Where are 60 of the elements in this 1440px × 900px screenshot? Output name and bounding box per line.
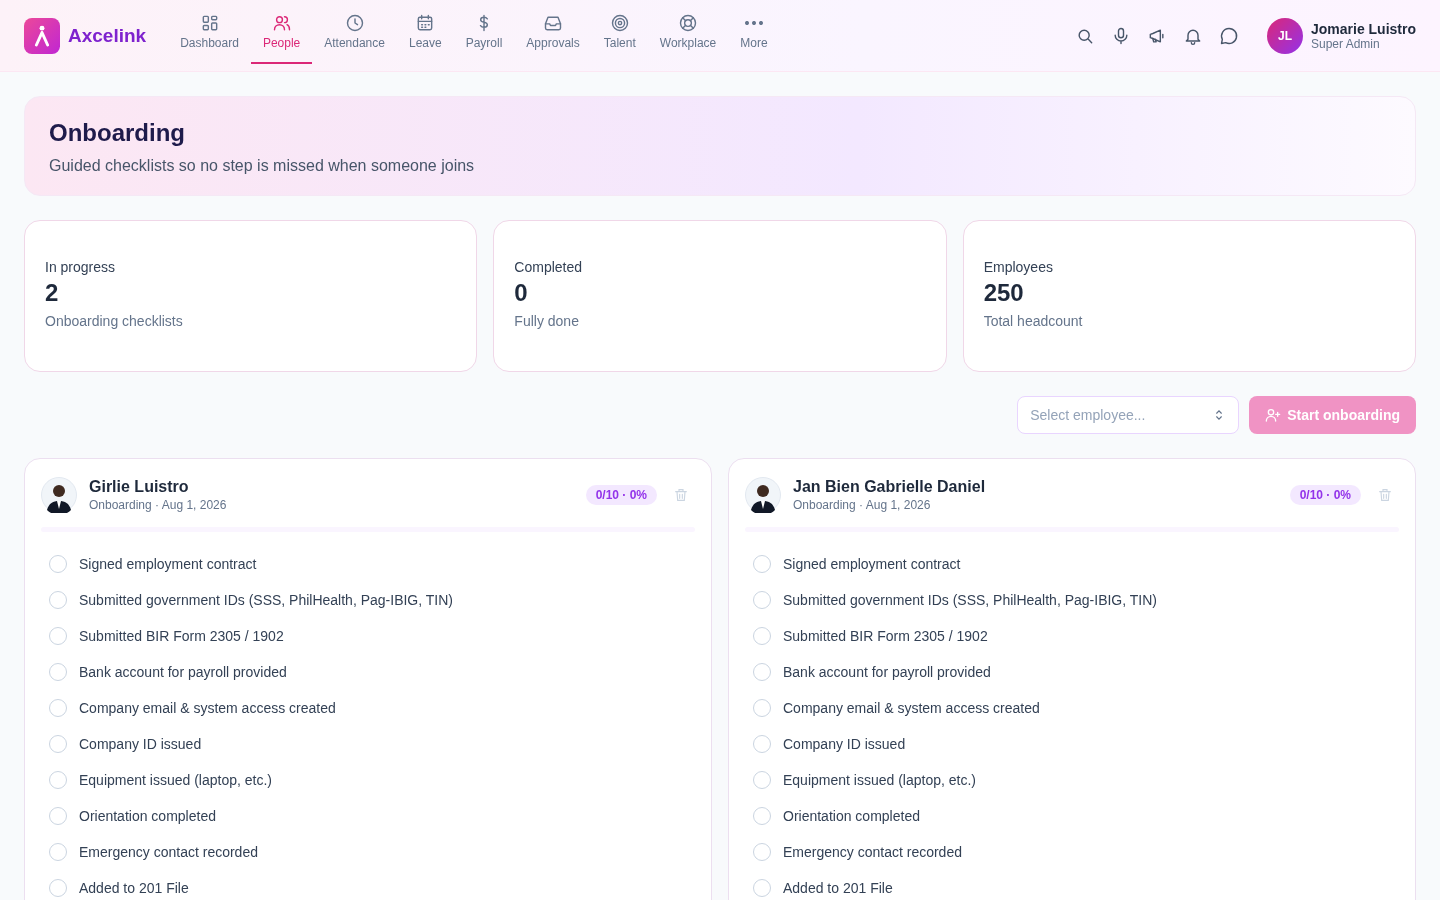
task-label: Submitted government IDs (SSS, PhilHealth, Pag-IBIG, TIN) xyxy=(79,592,453,608)
task-label: Signed employment contract xyxy=(783,556,961,572)
task-label: Bank account for payroll provided xyxy=(79,664,287,680)
clock-icon xyxy=(344,12,365,33)
nav-tab[interactable]: Attendance xyxy=(312,0,397,64)
task-label: Equipment issued (laptop, etc.) xyxy=(79,772,272,788)
task-label: Company email & system access created xyxy=(783,700,1040,716)
stat-caption: Total headcount xyxy=(983,313,1083,329)
logo-icon xyxy=(24,17,60,54)
progress-badge: 0/10 · 0% xyxy=(1289,485,1361,505)
page-subtitle: Guided checklists so no step is missed when someone joins xyxy=(49,157,476,175)
brand-name: Axcelink xyxy=(68,24,147,47)
user-role: Super Admin xyxy=(1310,36,1381,51)
employee-name: Girlie Luistro xyxy=(89,478,190,496)
task-label: Company ID issued xyxy=(783,736,906,752)
stat-caption: Fully done xyxy=(514,313,579,329)
progress-badge: 0/10 · 0% xyxy=(585,485,657,505)
page-title: Onboarding xyxy=(49,119,186,147)
user-name: Jomarie Luistro xyxy=(1310,20,1416,37)
stat-label: Employees xyxy=(983,259,1053,275)
task-label: Orientation completed xyxy=(79,808,216,824)
task-label: Added to 201 File xyxy=(783,880,893,896)
stat-label: Completed xyxy=(514,259,583,275)
task-label: Added to 201 File xyxy=(79,880,189,896)
task-label: Emergency contact recorded xyxy=(79,844,258,860)
nav-tab[interactable]: More xyxy=(728,0,780,64)
onboarding-date: Onboarding · Aug 1, 2026 xyxy=(793,498,932,512)
nav-tab[interactable]: Approvals xyxy=(514,0,592,64)
target-icon xyxy=(609,12,630,33)
chat-icon[interactable] xyxy=(1218,25,1239,46)
task-label: Signed employment contract xyxy=(79,556,257,572)
task-label: Bank account for payroll provided xyxy=(783,664,991,680)
task-label: Equipment issued (laptop, etc.) xyxy=(783,772,976,788)
employee-select[interactable]: Select employee... xyxy=(1017,396,1240,434)
task-label: Company email & system access created xyxy=(79,700,336,716)
onboarding-date: Onboarding · Aug 1, 2026 xyxy=(89,498,228,512)
task-label: Emergency contact recorded xyxy=(783,844,962,860)
stat-caption: Onboarding checklists xyxy=(45,313,183,329)
nav-tab[interactable]: People xyxy=(250,0,313,64)
task-label: Submitted BIR Form 2305 / 1902 xyxy=(79,628,284,644)
task-label: Orientation completed xyxy=(783,808,920,824)
nav-tab[interactable]: Leave xyxy=(396,0,454,64)
nav-tab[interactable]: Talent xyxy=(591,0,648,64)
stat-value: 250 xyxy=(983,279,1024,307)
stat-label: In progress xyxy=(45,259,116,275)
more-icon xyxy=(743,20,764,25)
task-label: Submitted government IDs (SSS, PhilHealth, Pag-IBIG, TIN) xyxy=(783,592,1157,608)
task-label: Submitted BIR Form 2305 / 1902 xyxy=(783,628,988,644)
add-person-icon xyxy=(1265,407,1282,423)
task-label: Company ID issued xyxy=(79,736,202,752)
delete-icon[interactable] xyxy=(673,487,689,503)
stat-value: 2 xyxy=(45,279,59,307)
lifebuoy-icon xyxy=(678,12,698,33)
user-avatar[interactable]: JL xyxy=(1266,17,1303,54)
nav-tab[interactable]: Workplace xyxy=(647,0,729,64)
stat-value: 0 xyxy=(514,279,528,307)
delete-icon[interactable] xyxy=(1377,487,1393,503)
nav-tab[interactable]: Dashboard xyxy=(168,0,251,64)
employee-name: Jan Bien Gabrielle Daniel xyxy=(793,478,987,496)
nav-tab[interactable]: Payroll xyxy=(453,0,515,64)
